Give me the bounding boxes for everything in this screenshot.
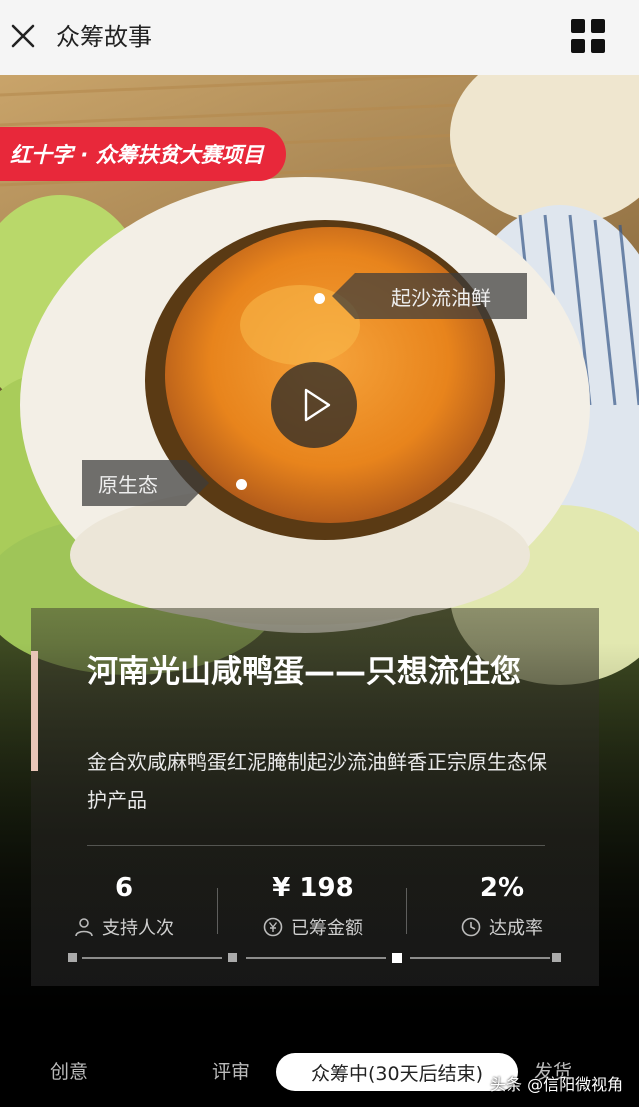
stat-value: 6 [114,873,134,903]
stat-amount: ¥ 198 已筹金额 [238,870,388,940]
watermark: 头条 @信阳微视角 [490,1075,624,1094]
person-icon [75,918,93,937]
feature-tag-right: 起沙流油鲜 [332,273,527,319]
clock-icon [461,917,481,937]
top-bar: 众筹故事 [0,0,639,75]
stat-label: 已筹金额 [291,918,363,939]
page-title: 众筹故事 [56,23,152,51]
stat-label: 达成率 [489,918,543,939]
yen-coin-icon [263,917,283,937]
project-card: 河南光山咸鸭蛋——只想流住您 金合欢咸麻鸭蛋红泥腌制起沙流油鲜香正宗原生态保护产… [31,608,599,986]
project-title: 河南光山咸鸭蛋——只想流住您 [87,654,521,690]
grid-icon[interactable] [571,19,605,53]
stat-separator [406,888,407,934]
progress-line [410,957,550,959]
play-icon [304,388,331,422]
stat-value: 2% [479,873,525,903]
stage-creative: 创意 [50,1061,89,1083]
close-icon[interactable] [10,23,36,49]
progress-node-current [392,953,402,963]
progress-node [228,953,237,962]
progress-line [246,957,386,959]
tag-dot [236,479,247,490]
stat-separator [217,888,218,934]
progress-node [552,953,561,962]
progress-line [82,957,222,959]
hero-media: 红十字 · 众筹扶贫大赛项目 起沙流油鲜 原生态 河南光山咸鸭蛋——只想流住您 … [0,75,639,1107]
feature-tag-left-label: 原生态 [98,472,158,497]
feature-tag-right-label: 起沙流油鲜 [391,285,491,310]
stage-current: 众筹中(30天后结束) [276,1053,518,1091]
stat-label: 支持人次 [102,918,174,939]
event-badge: 红十字 · 众筹扶贫大赛项目 [0,127,286,181]
event-badge-label: 红十字 · 众筹扶贫大赛项目 [10,143,264,167]
project-description: 金合欢咸麻鸭蛋红泥腌制起沙流油鲜香正宗原生态保护产品 [87,750,547,812]
feature-tag-left: 原生态 [82,460,209,506]
progress-node [68,953,77,962]
stage-review: 评审 [212,1061,251,1083]
stat-supporters: 6 支持人次 [49,870,199,940]
stat-value: ¥ 198 [272,873,354,903]
play-button[interactable] [271,362,357,448]
title-accent-bar [31,651,38,771]
stat-progress: 2% 达成率 [427,870,577,940]
divider [87,845,545,846]
tag-dot [314,293,325,304]
